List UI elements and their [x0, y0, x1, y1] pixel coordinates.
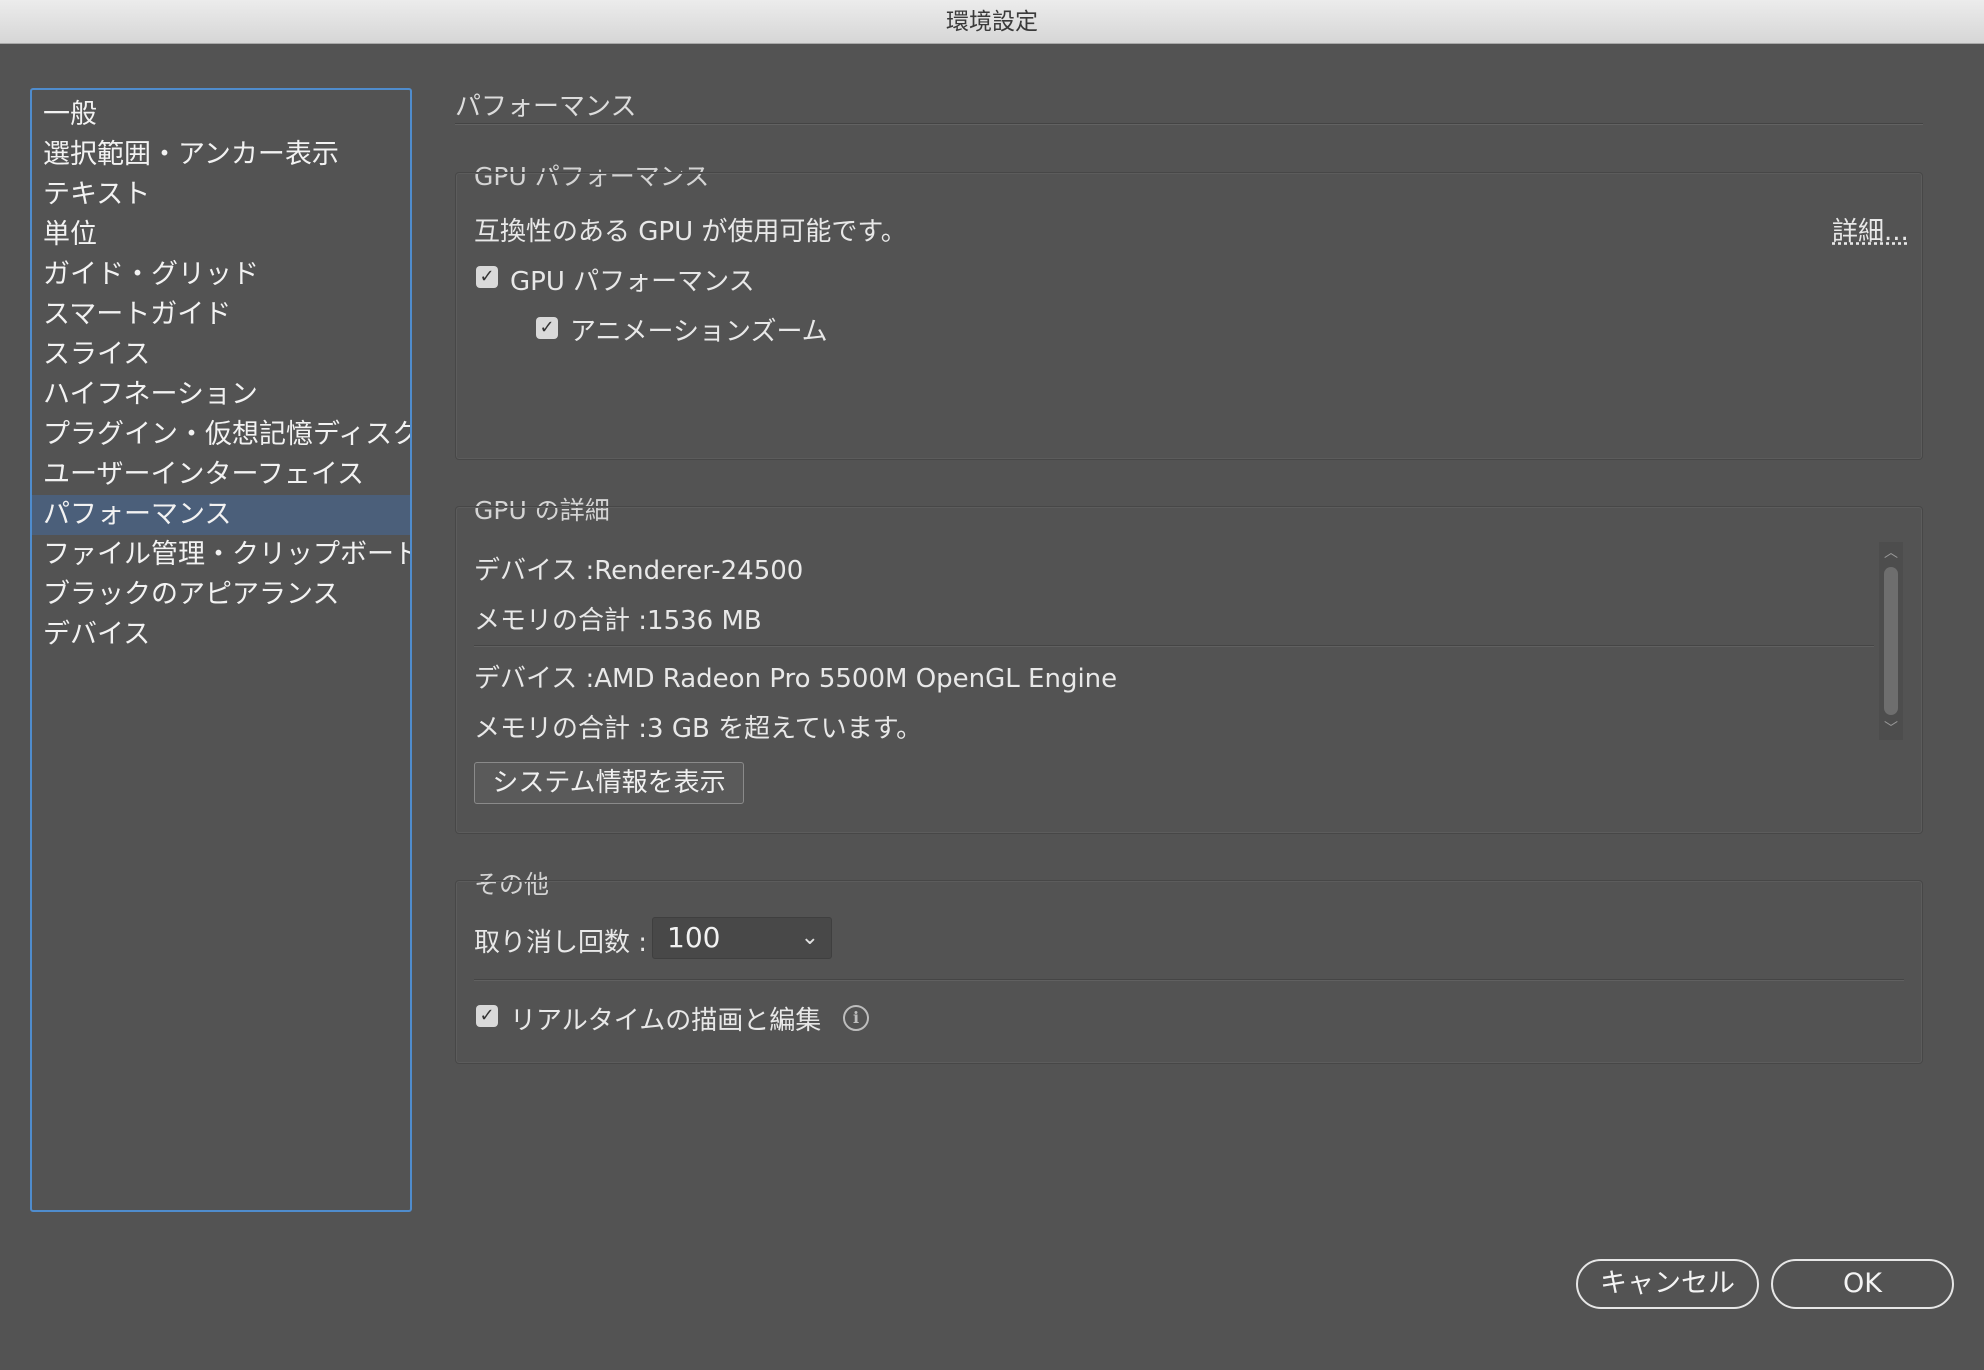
gpu-device-name: デバイス :Renderer-24500 [474, 556, 804, 586]
window-title-bar: 環境設定 [0, 0, 1984, 44]
title-divider [455, 123, 1923, 125]
window-title: 環境設定 [946, 9, 1038, 35]
checkmark-icon: ✓ [539, 317, 555, 338]
undo-count-label: 取り消し回数 : [474, 928, 648, 958]
sidebar-item-appearance-of-black[interactable]: ブラックのアピアランス [32, 575, 410, 615]
gpu-details-scrollbar[interactable]: ︿ ﹀ [1879, 542, 1903, 740]
gpu-device-separator [474, 645, 1874, 647]
chevron-down-icon: ⌄ [800, 925, 819, 950]
scroll-down-icon[interactable]: ﹀ [1879, 720, 1903, 738]
gpu-details-link[interactable]: 詳細... [1832, 211, 1909, 248]
scrollbar-thumb[interactable] [1884, 567, 1898, 715]
page-title: パフォーマンス [455, 92, 637, 122]
sidebar-item-smart-guides[interactable]: スマートガイド [32, 295, 410, 335]
sidebar-item-file-handling-clipboard[interactable]: ファイル管理・クリップボード [32, 535, 410, 575]
undo-count-select[interactable]: 100 ⌄ [652, 917, 832, 959]
preferences-category-list[interactable]: 一般 選択範囲・アンカー表示 テキスト 単位 ガイド・グリッド スマートガイド … [30, 88, 412, 1212]
realtime-drawing-checkbox[interactable]: ✓ [476, 1005, 498, 1027]
info-icon[interactable]: i [843, 1005, 869, 1031]
gpu-device-name: デバイス :AMD Radeon Pro 5500M OpenGL Engine [474, 664, 1118, 694]
sidebar-item-user-interface[interactable]: ユーザーインターフェイス [32, 455, 410, 495]
ok-button[interactable]: OK [1771, 1259, 1954, 1309]
gpu-device-memory: メモリの合計 :1536 MB [474, 606, 762, 636]
sidebar-item-hyphenation[interactable]: ハイフネーション [32, 375, 410, 415]
cancel-button[interactable]: キャンセル [1576, 1259, 1759, 1309]
sidebar-item-guides-grid[interactable]: ガイド・グリッド [32, 255, 410, 295]
sidebar-item-devices[interactable]: デバイス [32, 615, 410, 655]
gpu-device-memory: メモリの合計 :3 GB を超えています。 [474, 714, 923, 744]
show-system-info-button[interactable]: システム情報を表示 [474, 762, 744, 804]
sidebar-item-general[interactable]: 一般 [32, 95, 410, 135]
animation-zoom-checkbox[interactable]: ✓ [536, 317, 558, 339]
gpu-performance-checkbox-label[interactable]: GPU パフォーマンス [510, 261, 755, 298]
sidebar-item-units[interactable]: 単位 [32, 215, 410, 255]
scroll-up-icon[interactable]: ︿ [1879, 544, 1903, 562]
animation-zoom-checkbox-label[interactable]: アニメーションズーム [570, 311, 828, 348]
sidebar-item-selection-anchor[interactable]: 選択範囲・アンカー表示 [32, 135, 410, 175]
realtime-drawing-checkbox-label[interactable]: リアルタイムの描画と編集 [510, 1000, 821, 1037]
gpu-status-text: 互換性のある GPU が使用可能です。 [474, 217, 907, 247]
sidebar-item-performance[interactable]: パフォーマンス [32, 495, 410, 535]
checkmark-icon: ✓ [479, 1005, 495, 1026]
other-separator [474, 979, 1904, 981]
sidebar-item-plugins-scratch-disks[interactable]: プラグイン・仮想記憶ディスク [32, 415, 410, 455]
gpu-performance-checkbox[interactable]: ✓ [476, 266, 498, 288]
undo-count-value: 100 [667, 921, 721, 954]
checkmark-icon: ✓ [479, 266, 495, 287]
sidebar-item-slices[interactable]: スライス [32, 335, 410, 375]
sidebar-item-text[interactable]: テキスト [32, 175, 410, 215]
